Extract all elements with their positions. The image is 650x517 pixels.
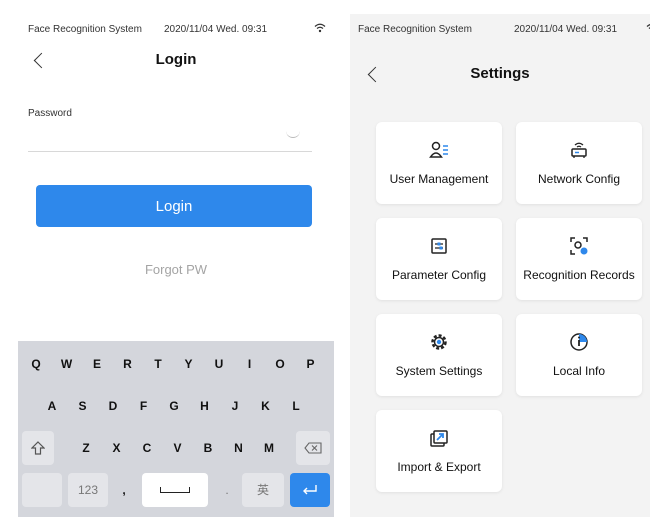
key-z[interactable]: Z <box>74 431 98 465</box>
keyboard-row: ZXCVBNM <box>18 431 334 467</box>
nav-bar: Settings <box>350 62 650 88</box>
comma-key[interactable]: , <box>112 473 136 507</box>
tile-system-settings[interactable]: System Settings <box>376 314 502 396</box>
key-m[interactable]: M <box>257 431 281 465</box>
wifi-icon <box>646 23 650 36</box>
tile-label: Network Config <box>537 172 621 186</box>
on-screen-keyboard: QWERTYUIOP ASDFGHJKL ZXCVBNM 123 , . 英 <box>18 341 334 517</box>
nav-bar: Login <box>18 48 334 74</box>
key-s[interactable]: S <box>71 389 95 423</box>
key-h[interactable]: H <box>193 389 217 423</box>
tile-label: Import & Export <box>397 460 481 474</box>
tile-label: Recognition Records <box>523 268 635 282</box>
key-e[interactable]: E <box>85 347 109 381</box>
keyboard-row: ASDFGHJKL <box>18 389 334 425</box>
app-name: Face Recognition System <box>358 24 472 35</box>
key-w[interactable]: W <box>55 347 79 381</box>
key-p[interactable]: P <box>299 347 323 381</box>
key-c[interactable]: C <box>135 431 159 465</box>
tile-network-config[interactable]: Network Config <box>516 122 642 204</box>
key-q[interactable]: Q <box>24 347 48 381</box>
key-d[interactable]: D <box>101 389 125 423</box>
tile-user-management[interactable]: User Management <box>376 122 502 204</box>
tile-recognition-records[interactable]: Recognition Records <box>516 218 642 300</box>
key-k[interactable]: K <box>254 389 278 423</box>
key-l[interactable]: L <box>284 389 308 423</box>
page-title: Settings <box>470 65 530 82</box>
shift-icon[interactable] <box>22 431 54 465</box>
tile-label: Parameter Config <box>391 268 487 282</box>
status-datetime: 2020/11/04 Wed. 09:31 <box>514 24 618 35</box>
tile-import-export[interactable]: Import & Export <box>376 410 502 492</box>
numbers-key[interactable]: 123 <box>68 473 108 507</box>
space-key[interactable] <box>142 473 208 507</box>
period-key[interactable]: . <box>216 473 238 507</box>
router-icon <box>516 140 642 165</box>
gear-icon <box>376 332 502 357</box>
key-n[interactable]: N <box>227 431 251 465</box>
users-icon <box>376 140 502 165</box>
login-button[interactable]: Login <box>36 185 312 227</box>
key-y[interactable]: Y <box>177 347 201 381</box>
keyboard-row: QWERTYUIOP <box>18 347 334 383</box>
key-v[interactable]: V <box>166 431 190 465</box>
forgot-password-link[interactable]: Forgot PW <box>18 262 334 277</box>
tile-local-info[interactable]: Local Info <box>516 314 642 396</box>
info-icon <box>516 332 642 357</box>
key-b[interactable]: B <box>196 431 220 465</box>
tile-label: Local Info <box>552 364 606 378</box>
blank-key[interactable] <box>22 473 62 507</box>
login-screen: Face Recognition System 2020/11/04 Wed. … <box>18 14 334 517</box>
key-u[interactable]: U <box>207 347 231 381</box>
language-key[interactable]: 英 <box>242 473 284 507</box>
key-j[interactable]: J <box>223 389 247 423</box>
key-f[interactable]: F <box>132 389 156 423</box>
key-g[interactable]: G <box>162 389 186 423</box>
settings-screen: Face Recognition System 2020/11/04 Wed. … <box>350 14 650 517</box>
key-t[interactable]: T <box>146 347 170 381</box>
key-i[interactable]: I <box>238 347 262 381</box>
tile-parameter-config[interactable]: Parameter Config <box>376 218 502 300</box>
key-a[interactable]: A <box>40 389 64 423</box>
app-name: Face Recognition System <box>28 24 142 35</box>
status-bar: Face Recognition System 2020/11/04 Wed. … <box>28 23 328 38</box>
wifi-icon <box>314 23 326 36</box>
status-bar: Face Recognition System 2020/11/04 Wed. … <box>358 23 650 38</box>
tile-label: System Settings <box>395 364 483 378</box>
password-field[interactable] <box>28 122 312 152</box>
page-title: Login <box>155 51 197 68</box>
face-scan-icon <box>516 236 642 261</box>
sliders-icon <box>376 236 502 261</box>
enter-icon[interactable] <box>290 473 330 507</box>
status-datetime: 2020/11/04 Wed. 09:31 <box>164 24 268 35</box>
keyboard-row: 123 , . 英 <box>18 473 334 509</box>
import-export-icon <box>376 428 502 453</box>
key-x[interactable]: X <box>105 431 129 465</box>
tile-label: User Management <box>389 172 489 186</box>
password-label: Password <box>28 108 72 119</box>
key-r[interactable]: R <box>116 347 140 381</box>
backspace-icon[interactable] <box>296 431 330 465</box>
key-o[interactable]: O <box>268 347 292 381</box>
